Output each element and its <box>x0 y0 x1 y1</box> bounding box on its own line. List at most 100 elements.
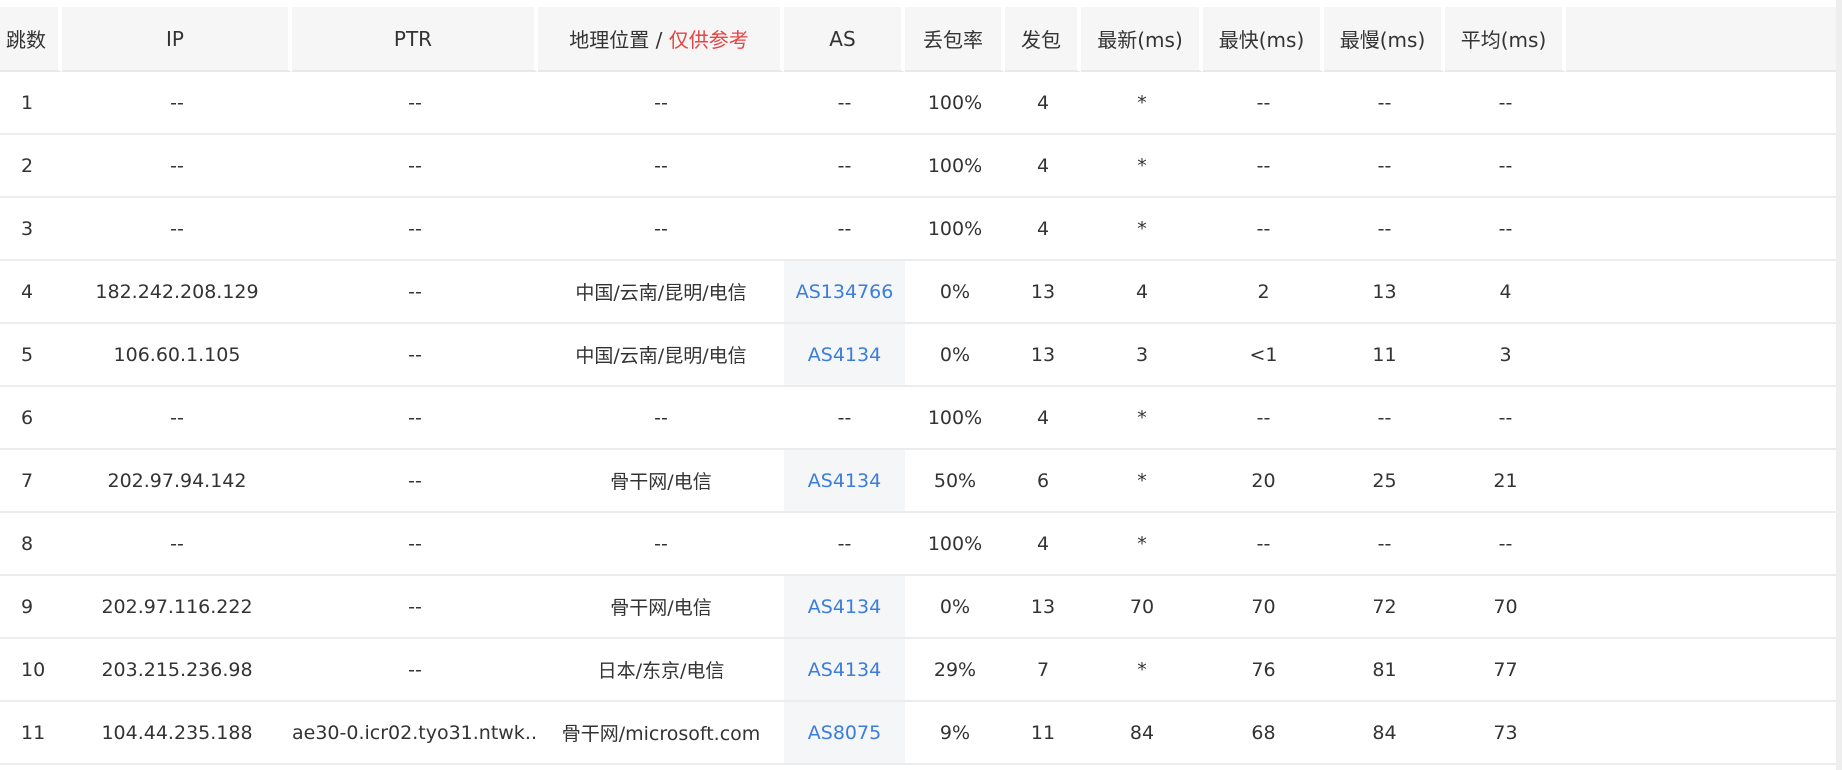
worst-cell: -- <box>1324 72 1445 135</box>
column-header-sent: 发包 <box>1005 7 1081 72</box>
as-cell[interactable]: AS4134 <box>784 324 905 387</box>
ptr-cell: ae30-0.icr02.tyo31.ntwk.msn... <box>292 702 538 765</box>
loss-cell: 50% <box>905 450 1005 513</box>
avg-cell: -- <box>1445 135 1566 198</box>
worst-cell: -- <box>1324 198 1445 261</box>
ptr-cell: -- <box>292 639 538 702</box>
best-cell: <1 <box>1203 324 1324 387</box>
geo-cell: -- <box>538 135 784 198</box>
hop-cell: 1 <box>0 72 62 135</box>
best-cell: 76 <box>1203 639 1324 702</box>
vertical-scrollbar[interactable] <box>1836 0 1842 770</box>
sent-cell: 13 <box>1005 324 1081 387</box>
as-cell: -- <box>784 513 905 576</box>
column-header-as: AS <box>784 7 905 72</box>
as-link[interactable]: AS4134 <box>808 596 881 618</box>
as-cell[interactable]: AS8075 <box>784 702 905 765</box>
table-row: 7 202.97.94.142 -- 骨干网/电信 AS4134 50% 6 *… <box>0 450 1842 513</box>
hop-cell: 2 <box>0 135 62 198</box>
last-cell: * <box>1081 198 1203 261</box>
table-row: 9 202.97.116.222 -- 骨干网/电信 AS4134 0% 13 … <box>0 576 1842 639</box>
table-row: 8 -- -- -- -- 100% 4 * -- -- -- <box>0 513 1842 576</box>
ptr-cell: -- <box>292 72 538 135</box>
as-cell[interactable]: AS4134 <box>784 639 905 702</box>
sent-cell: 4 <box>1005 387 1081 450</box>
as-link[interactable]: AS134766 <box>796 281 894 303</box>
geo-cell: 骨干网/电信 <box>538 576 784 639</box>
last-cell: 70 <box>1081 576 1203 639</box>
hop-cell: 4 <box>0 261 62 324</box>
avg-cell: -- <box>1445 387 1566 450</box>
worst-cell: -- <box>1324 513 1445 576</box>
column-header-avg: 平均(ms) <box>1445 7 1566 72</box>
ip-cell: 202.97.94.142 <box>62 450 292 513</box>
hop-cell: 8 <box>0 513 62 576</box>
last-cell: 3 <box>1081 324 1203 387</box>
worst-cell: -- <box>1324 135 1445 198</box>
column-header-last: 最新(ms) <box>1081 7 1203 72</box>
hop-cell: 10 <box>0 639 62 702</box>
as-cell: -- <box>784 135 905 198</box>
sent-cell: 4 <box>1005 198 1081 261</box>
hop-cell: 9 <box>0 576 62 639</box>
ip-cell: 104.44.235.188 <box>62 702 292 765</box>
last-cell: * <box>1081 450 1203 513</box>
ptr-cell: -- <box>292 513 538 576</box>
geo-cell: -- <box>538 72 784 135</box>
ip-cell: 202.97.116.222 <box>62 576 292 639</box>
table-row: 11 104.44.235.188 ae30-0.icr02.tyo31.ntw… <box>0 702 1842 765</box>
column-header-hop: 跳数 <box>0 7 62 72</box>
worst-cell: 84 <box>1324 702 1445 765</box>
as-link[interactable]: AS8075 <box>808 722 881 744</box>
best-cell: -- <box>1203 135 1324 198</box>
loss-cell: 100% <box>905 198 1005 261</box>
as-cell[interactable]: AS4134 <box>784 576 905 639</box>
table-row: 5 106.60.1.105 -- 中国/云南/昆明/电信 AS4134 0% … <box>0 324 1842 387</box>
last-cell: 84 <box>1081 702 1203 765</box>
sent-cell: 4 <box>1005 513 1081 576</box>
column-header-loss: 丢包率 <box>905 7 1005 72</box>
ip-cell: -- <box>62 387 292 450</box>
as-link[interactable]: AS4134 <box>808 470 881 492</box>
ptr-cell: -- <box>292 261 538 324</box>
sent-cell: 4 <box>1005 135 1081 198</box>
hop-cell: 11 <box>0 702 62 765</box>
column-header-ptr: PTR <box>292 7 538 72</box>
table-row: 10 203.215.236.98 -- 日本/东京/电信 AS4134 29%… <box>0 639 1842 702</box>
spacer-cell <box>1566 135 1842 198</box>
last-cell: * <box>1081 639 1203 702</box>
avg-cell: 77 <box>1445 639 1566 702</box>
geo-header-note: 仅供参考 <box>668 28 749 52</box>
geo-cell: 日本/东京/电信 <box>538 639 784 702</box>
geo-cell: 中国/云南/昆明/电信 <box>538 261 784 324</box>
last-cell: * <box>1081 135 1203 198</box>
as-cell[interactable]: AS4134 <box>784 450 905 513</box>
table-row: 6 -- -- -- -- 100% 4 * -- -- -- <box>0 387 1842 450</box>
geo-cell: 骨干网/microsoft.com <box>538 702 784 765</box>
spacer-cell <box>1566 702 1842 765</box>
loss-cell: 0% <box>905 261 1005 324</box>
best-cell: 68 <box>1203 702 1324 765</box>
as-cell: -- <box>784 387 905 450</box>
ip-cell: -- <box>62 135 292 198</box>
spacer-cell <box>1566 513 1842 576</box>
as-cell[interactable]: AS134766 <box>784 261 905 324</box>
as-link[interactable]: AS4134 <box>808 659 881 681</box>
avg-cell: 73 <box>1445 702 1566 765</box>
best-cell: -- <box>1203 387 1324 450</box>
table-row: 4 182.242.208.129 -- 中国/云南/昆明/电信 AS13476… <box>0 261 1842 324</box>
ip-cell: -- <box>62 513 292 576</box>
as-cell: -- <box>784 72 905 135</box>
spacer-cell <box>1566 387 1842 450</box>
ptr-cell: -- <box>292 450 538 513</box>
spacer-cell <box>1566 324 1842 387</box>
ptr-text: ae30-0.icr02.tyo31.ntwk.msn... <box>292 721 538 744</box>
as-cell: -- <box>784 198 905 261</box>
ptr-cell: -- <box>292 135 538 198</box>
avg-cell: -- <box>1445 72 1566 135</box>
table-row: 2 -- -- -- -- 100% 4 * -- -- -- <box>0 135 1842 198</box>
ip-cell: 182.242.208.129 <box>62 261 292 324</box>
as-link[interactable]: AS4134 <box>808 344 881 366</box>
sent-cell: 13 <box>1005 576 1081 639</box>
avg-cell: 4 <box>1445 261 1566 324</box>
